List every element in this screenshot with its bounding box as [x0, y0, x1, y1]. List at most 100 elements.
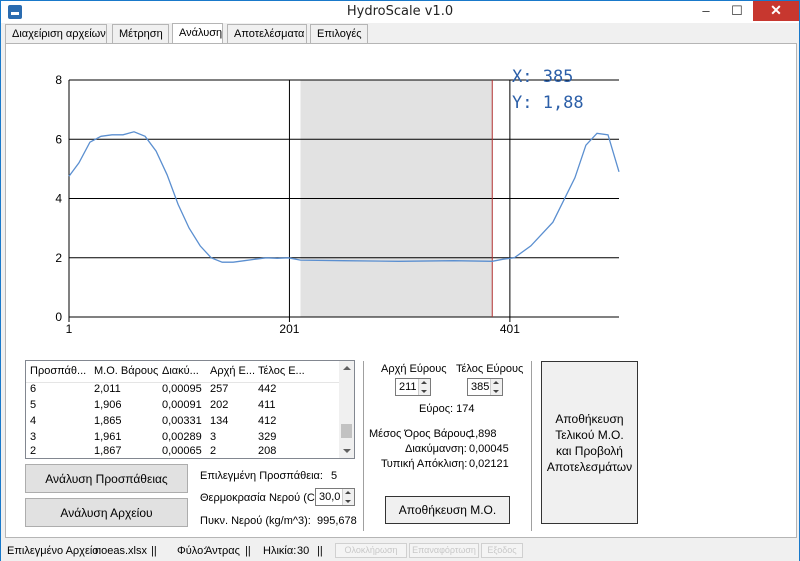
mean-weight-value: 1,898 [469, 428, 497, 440]
table-cell: 411 [258, 399, 276, 411]
variance-value: 0,00045 [469, 443, 509, 455]
tab-file-management[interactable]: Διαχείριση αρχείων [5, 24, 107, 43]
table-row[interactable]: 5 1,906 0,00091 202 411 [26, 399, 341, 415]
status-separator: || [151, 545, 157, 557]
range-end-value[interactable]: 385 [471, 381, 489, 393]
table-cell: 2 [30, 445, 37, 457]
table-cell: 1,961 [94, 431, 122, 443]
vertical-divider [363, 361, 364, 531]
tab-options[interactable]: Επιλογές [310, 24, 368, 43]
column-header[interactable]: Μ.Ο. Βάρους [94, 365, 160, 377]
water-temp-value[interactable]: 30,0 [319, 491, 340, 503]
sex-value: Άντρας [205, 545, 240, 557]
table-row[interactable]: 6 2,011 0,00095 257 442 [26, 383, 341, 399]
table-cell: 0,00289 [162, 431, 202, 443]
x-tick-label: 401 [500, 322, 520, 336]
x-tick-label: 1 [66, 322, 73, 336]
column-header[interactable]: Διακύ... [162, 365, 206, 377]
table-cell: 6 [30, 383, 37, 395]
table-cell: 412 [258, 415, 277, 427]
tab-results[interactable]: Αποτελέσματα [227, 24, 307, 43]
status-separator: || [317, 545, 323, 557]
chart-canvas[interactable]: 0 2 4 6 8 1 201 401 X: 385 Y: 1,88 [21, 64, 639, 349]
selected-attempt-value: 5 [331, 470, 338, 482]
column-header[interactable]: Αρχή Ε... [210, 365, 256, 377]
table-cell: 208 [258, 445, 277, 457]
table-cell: 442 [258, 383, 277, 395]
table-cell: 134 [210, 415, 229, 427]
close-button[interactable]: ✕ [753, 1, 799, 21]
table-scrollbar[interactable] [339, 361, 354, 458]
table-header: Προσπάθ... Μ.Ο. Βάρους Διακύ... Αρχή Ε..… [26, 361, 341, 383]
table-row[interactable]: 2 1,867 0,00065 2 208 [26, 445, 341, 458]
analyze-file-button[interactable]: Ανάλυση Αρχείου [25, 498, 188, 527]
age-value: 30 [297, 545, 310, 557]
analyze-attempt-button[interactable]: Ανάλυση Προσπάθειας [25, 464, 188, 493]
attempts-table[interactable]: Προσπάθ... Μ.Ο. Βάρους Διακύ... Αρχή Ε..… [25, 360, 355, 459]
water-temp-spinner[interactable]: 30,0 [315, 488, 355, 506]
table-cell: 329 [258, 431, 277, 443]
table-cell: 0,00095 [162, 383, 202, 395]
status-bar: Επιλεγμένο Αρχείο: noeas.xlsx || Φύλο: Ά… [1, 541, 799, 561]
water-density-value: 995,678 [317, 515, 357, 527]
selected-file-value: noeas.xlsx [95, 545, 147, 557]
spinner-arrows-icon[interactable] [418, 379, 430, 395]
scroll-thumb[interactable] [341, 424, 352, 438]
range-start-spinner[interactable]: 211 [395, 378, 431, 396]
range-width-text: Εύρος: 174 [419, 403, 475, 415]
status-separator: || [245, 545, 251, 557]
table-cell: 3 [210, 431, 217, 443]
finish-button[interactable]: Ολοκλήρωση [335, 543, 407, 558]
variance-label: Διακύμανση: [405, 443, 467, 455]
y-tick-label: 4 [55, 192, 62, 206]
vertical-divider [531, 361, 532, 531]
table-cell: 1,906 [94, 399, 122, 411]
exit-button[interactable]: Εξοδος [481, 543, 523, 558]
sex-label: Φύλο: [177, 545, 207, 557]
selected-file-label: Επιλεγμένο Αρχείο: [7, 545, 102, 557]
scroll-down-icon[interactable] [343, 449, 351, 453]
column-header[interactable]: Προσπάθ... [30, 365, 88, 377]
app-window: HydroScale v1.0 – ☐ ✕ Διαχείριση αρχείων… [0, 0, 800, 561]
water-temp-label: Θερμοκρασία Νερού (C): [200, 492, 322, 504]
mean-weight-label: Μέσος Όρος Βάρους: [369, 428, 475, 440]
age-label: Ηλικία: [263, 545, 297, 557]
table-row[interactable]: 4 1,865 0,00331 134 412 [26, 415, 341, 431]
column-header[interactable]: Τέλος Ε... [258, 365, 308, 377]
spinner-arrows-icon[interactable] [342, 489, 354, 505]
table-cell: 0,00065 [162, 445, 202, 457]
table-cell: 1,865 [94, 415, 122, 427]
table-cell: 2,011 [94, 383, 121, 395]
save-mean-button[interactable]: Αποθήκευση Μ.Ο. [385, 496, 510, 524]
std-dev-label: Τυπική Απόκλιση: [381, 458, 468, 470]
cursor-y-readout: Y: 1,88 [512, 93, 584, 113]
minimize-button[interactable]: – [693, 1, 719, 23]
reload-button[interactable]: Επαναφόρτωση [409, 543, 479, 558]
cursor-x-readout: X: 385 [512, 67, 573, 87]
y-tick-label: 0 [55, 310, 62, 324]
scroll-up-icon[interactable] [343, 366, 351, 370]
table-cell: 5 [30, 399, 37, 411]
save-final-mean-button[interactable]: Αποθήκευση Τελικού Μ.Ο. και Προβολή Αποτ… [541, 361, 638, 524]
table-cell: 1,867 [94, 445, 122, 457]
table-cell: 4 [30, 415, 37, 427]
water-density-label: Πυκν. Νερού (kg/m^3): [200, 515, 311, 527]
range-end-label: Τέλος Εύρους [456, 363, 524, 375]
selected-attempt-label: Επιλεγμένη Προσπάθεια: [200, 470, 323, 482]
table-cell: 2 [210, 445, 217, 457]
tab-measurement[interactable]: Μέτρηση [112, 24, 169, 43]
range-start-value[interactable]: 211 [399, 381, 417, 393]
table-cell: 0,00091 [162, 399, 202, 411]
spinner-arrows-icon[interactable] [490, 379, 502, 395]
y-tick-label: 8 [55, 73, 62, 87]
y-tick-label: 2 [55, 251, 62, 265]
range-end-spinner[interactable]: 385 [467, 378, 503, 396]
title-bar: HydroScale v1.0 – ☐ ✕ [1, 1, 799, 23]
range-start-label: Αρχή Εύρους [381, 363, 447, 375]
table-cell: 3 [30, 431, 37, 443]
tab-analysis[interactable]: Ανάλυση [172, 23, 223, 44]
weight-chart[interactable]: 0 2 4 6 8 1 201 401 X: 385 Y: 1,88 [21, 64, 639, 349]
window-title: HydroScale v1.0 [346, 4, 454, 19]
maximize-button[interactable]: ☐ [724, 1, 750, 23]
std-dev-value: 0,02121 [469, 458, 509, 470]
